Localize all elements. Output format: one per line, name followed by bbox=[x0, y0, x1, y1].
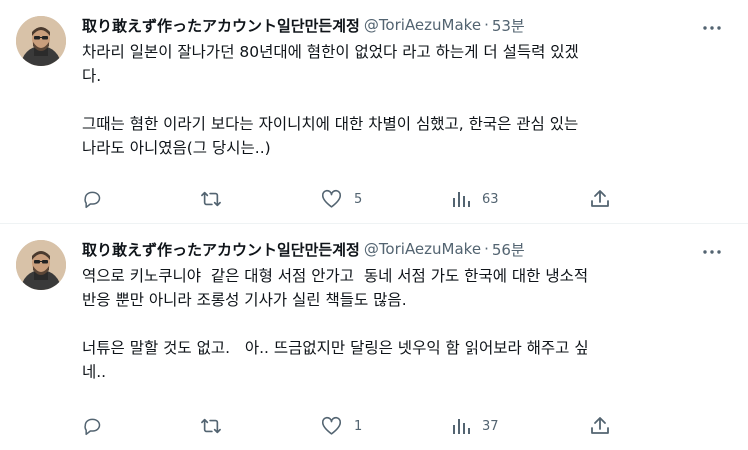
tweet[interactable]: 取り敢えず作ったアカウント일단만든계정 @ToriAezuMake · 53분 … bbox=[0, 0, 748, 224]
share-button[interactable] bbox=[590, 185, 610, 213]
tweet-body: 取り敢えず作ったアカウント일단만든계정 @ToriAezuMake · 53분 … bbox=[82, 14, 734, 160]
share-button[interactable] bbox=[590, 412, 610, 440]
reply-icon bbox=[82, 416, 102, 436]
tweet-body: 取り敢えず作ったアカウント일단만든계정 @ToriAezuMake · 56분 … bbox=[82, 238, 734, 384]
user-handle[interactable]: @ToriAezuMake bbox=[364, 240, 481, 258]
retweet-button[interactable] bbox=[200, 412, 234, 440]
views-bar-chart-icon bbox=[452, 190, 470, 208]
tweet-header: 取り敢えず作ったアカウント일단만든계정 @ToriAezuMake · 53분 bbox=[82, 14, 734, 36]
like-count: 5 bbox=[354, 191, 363, 207]
like-count: 1 bbox=[354, 418, 363, 434]
share-icon bbox=[590, 416, 610, 436]
heart-icon bbox=[321, 189, 342, 209]
tweet-actions: 5 63 bbox=[82, 185, 642, 213]
heart-icon bbox=[321, 416, 342, 436]
views-count: 37 bbox=[482, 418, 499, 434]
retweet-button[interactable] bbox=[200, 185, 234, 213]
separator-dot: · bbox=[484, 240, 489, 258]
retweet-icon bbox=[200, 416, 222, 436]
like-button[interactable]: 1 bbox=[321, 412, 362, 440]
reply-button[interactable] bbox=[82, 185, 114, 213]
tweet-text: 차라리 일본이 잘나가던 80년대에 혐한이 없었다 라고 하는게 더 설득력 … bbox=[82, 43, 579, 157]
retweet-icon bbox=[200, 189, 222, 209]
more-dots-icon[interactable] bbox=[698, 18, 726, 38]
views-count: 63 bbox=[482, 191, 499, 207]
reply-button[interactable] bbox=[82, 412, 114, 440]
views-button[interactable]: 37 bbox=[452, 412, 499, 440]
views-bar-chart-icon bbox=[452, 417, 470, 435]
reply-icon bbox=[82, 189, 102, 209]
like-button[interactable]: 5 bbox=[321, 185, 362, 213]
views-button[interactable]: 63 bbox=[452, 185, 499, 213]
share-icon bbox=[590, 189, 610, 209]
tweet-actions: 1 37 bbox=[82, 412, 642, 440]
more-dots-icon[interactable] bbox=[698, 242, 726, 262]
tweet-header: 取り敢えず作ったアカウント일단만든계정 @ToriAezuMake · 56분 bbox=[82, 238, 734, 260]
tweet-text: 역으로 키노쿠니야 같은 대형 서점 안가고 동네 서점 가도 한국에 대한 냉… bbox=[82, 267, 589, 381]
user-handle[interactable]: @ToriAezuMake bbox=[364, 16, 481, 34]
avatar[interactable] bbox=[16, 240, 66, 290]
display-name[interactable]: 取り敢えず作ったアカウント일단만든계정 bbox=[82, 239, 360, 260]
timestamp[interactable]: 56분 bbox=[492, 239, 525, 260]
display-name[interactable]: 取り敢えず作ったアカウント일단만든계정 bbox=[82, 15, 360, 36]
separator-dot: · bbox=[484, 16, 489, 34]
timestamp[interactable]: 53분 bbox=[492, 15, 525, 36]
avatar[interactable] bbox=[16, 16, 66, 66]
tweet-feed: 取り敢えず作ったアカウント일단만든계정 @ToriAezuMake · 53분 … bbox=[0, 0, 748, 450]
tweet[interactable]: 取り敢えず作ったアカウント일단만든계정 @ToriAezuMake · 56분 … bbox=[0, 224, 748, 450]
